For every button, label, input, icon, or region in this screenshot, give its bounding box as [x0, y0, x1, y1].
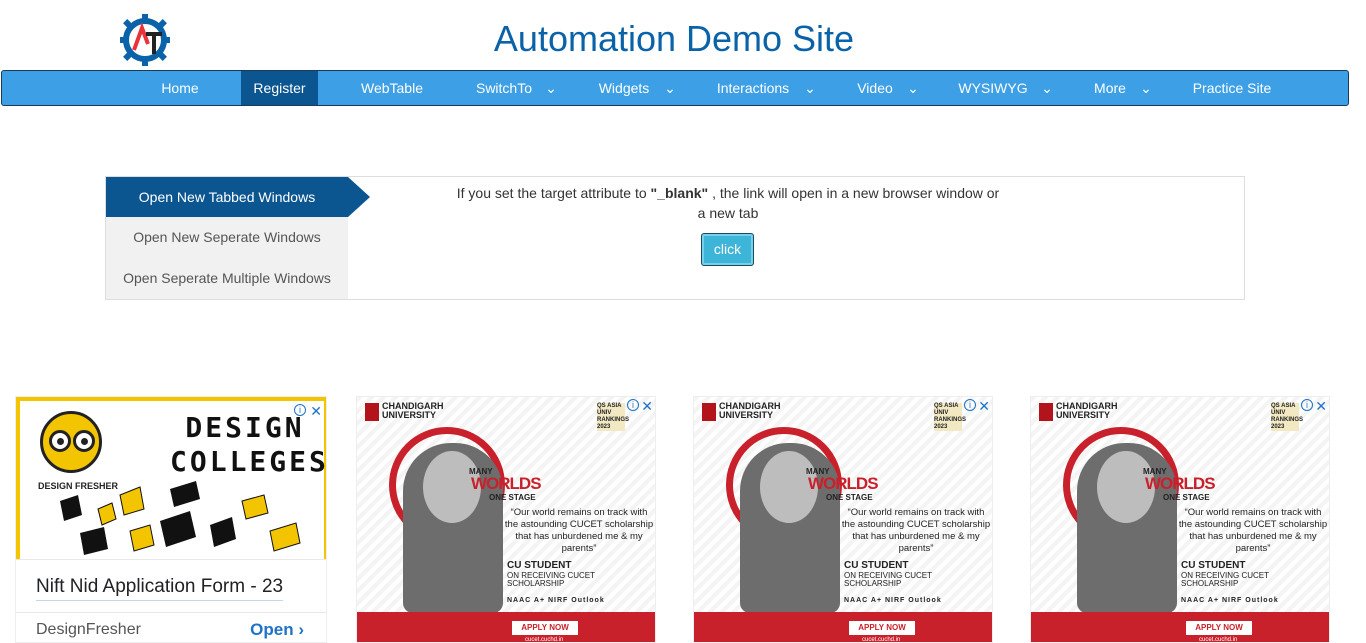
tab-open-seperate-multiple-windows[interactable]: Open Seperate Multiple Windows: [106, 258, 348, 298]
cu-logo-icon: [702, 403, 716, 421]
nav-interactions-label: Interactions: [716, 80, 790, 96]
chevron-right-icon: ›: [298, 620, 304, 639]
chevron-down-icon[interactable]: ⌄: [545, 71, 557, 105]
chevron-down-icon[interactable]: ⌄: [1140, 71, 1152, 105]
chevron-down-icon[interactable]: ⌄: [907, 71, 919, 105]
description-post: , the link will open in a new browser wi…: [697, 185, 1000, 221]
cu-accreditations: NAAC A+ NIRF Outlook: [844, 597, 942, 604]
ad-chandigarh-university-2[interactable]: CHANDIGARH UNIVERSITY QS ASIA UNIV RANKI…: [693, 396, 993, 643]
site-title: Automation Demo Site: [493, 18, 855, 59]
nav-wysiwyg-label: WYSIWYG: [958, 80, 1028, 96]
nav-webtable[interactable]: WebTable: [342, 71, 442, 105]
owl-logo-icon: [40, 411, 102, 473]
cu-red-band: [1031, 612, 1329, 642]
cu-worlds: WORLDS: [471, 474, 542, 493]
cu-quote: “Our world remains on track with the ast…: [504, 507, 654, 554]
nav-wysiwyg[interactable]: WYSIWYG: [946, 71, 1040, 105]
cu-accreditations: NAAC A+ NIRF Outlook: [1181, 597, 1279, 604]
chevron-down-icon[interactable]: ⌄: [664, 71, 676, 105]
cu-logo-icon: [365, 403, 379, 421]
graduation-caps-icon: [60, 481, 301, 555]
cu-one-stage: ONE STAGE: [489, 493, 536, 502]
ad-designfresher[interactable]: DESIGN FRESHER DESIGN COLLEGES i ✕ Nift …: [15, 396, 327, 643]
close-icon[interactable]: ✕: [641, 398, 653, 415]
ad1-headline: DESIGN COLLEGES: [170, 411, 327, 478]
cu-receiving: ON RECEIVING CUCET SCHOLARSHIP: [844, 571, 932, 588]
description-code: "_blank": [650, 185, 709, 201]
cu-one-stage: ONE STAGE: [1163, 493, 1210, 502]
tab-description: If you set the target attribute to "_bla…: [452, 183, 1004, 223]
cu-student: CU STUDENT: [844, 560, 909, 571]
cu-apply-button[interactable]: APPLY NOW: [1186, 621, 1252, 635]
nav-widgets-label: Widgets: [598, 80, 650, 96]
nav-switchto[interactable]: SwitchTo: [464, 71, 544, 105]
cu-quote: “Our world remains on track with the ast…: [841, 507, 991, 554]
nav-interactions[interactable]: Interactions: [702, 71, 804, 105]
tab-open-new-seperate-windows[interactable]: Open New Seperate Windows: [106, 217, 348, 257]
cu-quote: “Our world remains on track with the ast…: [1178, 507, 1328, 554]
cu-one-stage: ONE STAGE: [826, 493, 873, 502]
cu-accreditations: NAAC A+ NIRF Outlook: [507, 597, 605, 604]
cu-university-name: CHANDIGARH UNIVERSITY: [1056, 401, 1118, 420]
close-icon[interactable]: ✕: [1315, 398, 1327, 415]
cu-university-name: CHANDIGARH UNIVERSITY: [719, 401, 781, 420]
cu-url: cucet.cuchd.in: [525, 637, 564, 643]
nav-more[interactable]: More: [1082, 71, 1138, 105]
windows-tab-list: Open New Tabbed Windows Open New Seperat…: [106, 177, 348, 299]
click-button[interactable]: click: [701, 233, 754, 266]
ad-info-icon[interactable]: i: [1301, 399, 1313, 411]
ad1-banner[interactable]: DESIGN FRESHER DESIGN COLLEGES i ✕: [16, 397, 327, 559]
nav-register[interactable]: Register: [241, 71, 318, 105]
ad-info-icon[interactable]: i: [964, 399, 976, 411]
ad1-open-label: Open: [250, 620, 294, 639]
cu-ranking-badge: QS ASIA UNIV RANKINGS 2023: [597, 403, 630, 431]
ad-chandigarh-university-1[interactable]: CHANDIGARH UNIVERSITY QS ASIA UNIV RANKI…: [356, 396, 656, 643]
cu-ranking-badge: QS ASIA UNIV RANKINGS 2023: [1271, 403, 1304, 431]
ad1-advertiser: DesignFresher: [36, 621, 141, 638]
cu-receiving: ON RECEIVING CUCET SCHOLARSHIP: [507, 571, 595, 588]
cu-red-band: [694, 612, 992, 642]
ad1-text-area[interactable]: Nift Nid Application Form - 23 DesignFre…: [16, 559, 326, 642]
cu-student: CU STUDENT: [1181, 560, 1246, 571]
cu-apply-button[interactable]: APPLY NOW: [849, 621, 915, 635]
chevron-down-icon[interactable]: ⌄: [804, 71, 816, 105]
cu-logo-icon: [1039, 403, 1053, 421]
cu-receiving: ON RECEIVING CUCET SCHOLARSHIP: [1181, 571, 1269, 588]
description-pre: If you set the target attribute to: [456, 185, 651, 201]
nav-widgets[interactable]: Widgets: [584, 71, 664, 105]
ad1-footer: DesignFresher Open ›: [16, 612, 326, 642]
main-navbar: Home Register WebTable SwitchTo ⌄ Widget…: [1, 70, 1349, 106]
cu-university-name: CHANDIGARH UNIVERSITY: [382, 401, 444, 420]
nav-video[interactable]: Video: [842, 71, 908, 105]
cu-url: cucet.cuchd.in: [1199, 637, 1238, 643]
ad1-title[interactable]: Nift Nid Application Form - 23: [36, 576, 284, 601]
tab-open-new-tabbed-windows[interactable]: Open New Tabbed Windows: [106, 177, 348, 217]
ad-chandigarh-university-3[interactable]: CHANDIGARH UNIVERSITY QS ASIA UNIV RANKI…: [1030, 396, 1330, 643]
nav-video-label: Video: [857, 80, 893, 96]
nav-more-label: More: [1094, 80, 1126, 96]
cu-worlds: WORLDS: [1145, 474, 1216, 493]
site-header: Automation Demo Site: [0, 0, 1366, 70]
cu-red-band: [357, 612, 655, 642]
tab-content: If you set the target attribute to "_bla…: [352, 177, 1244, 299]
nav-home[interactable]: Home: [142, 71, 218, 105]
nav-practice-site[interactable]: Practice Site: [1182, 71, 1282, 105]
cu-ranking-badge: QS ASIA UNIV RANKINGS 2023: [934, 403, 967, 431]
cu-worlds: WORLDS: [808, 474, 879, 493]
chevron-down-icon[interactable]: ⌄: [1041, 71, 1053, 105]
cu-apply-button[interactable]: APPLY NOW: [512, 621, 578, 635]
cu-url: cucet.cuchd.in: [862, 637, 901, 643]
close-icon[interactable]: ✕: [978, 398, 990, 415]
windows-panel: Open New Tabbed Windows Open New Seperat…: [105, 176, 1245, 300]
cu-student: CU STUDENT: [507, 560, 572, 571]
ad-info-icon[interactable]: i: [294, 404, 306, 416]
ad1-open-button[interactable]: Open ›: [250, 620, 304, 640]
nav-switchto-label: SwitchTo: [475, 80, 533, 96]
ad-info-icon[interactable]: i: [627, 399, 639, 411]
close-icon[interactable]: ✕: [310, 403, 322, 420]
